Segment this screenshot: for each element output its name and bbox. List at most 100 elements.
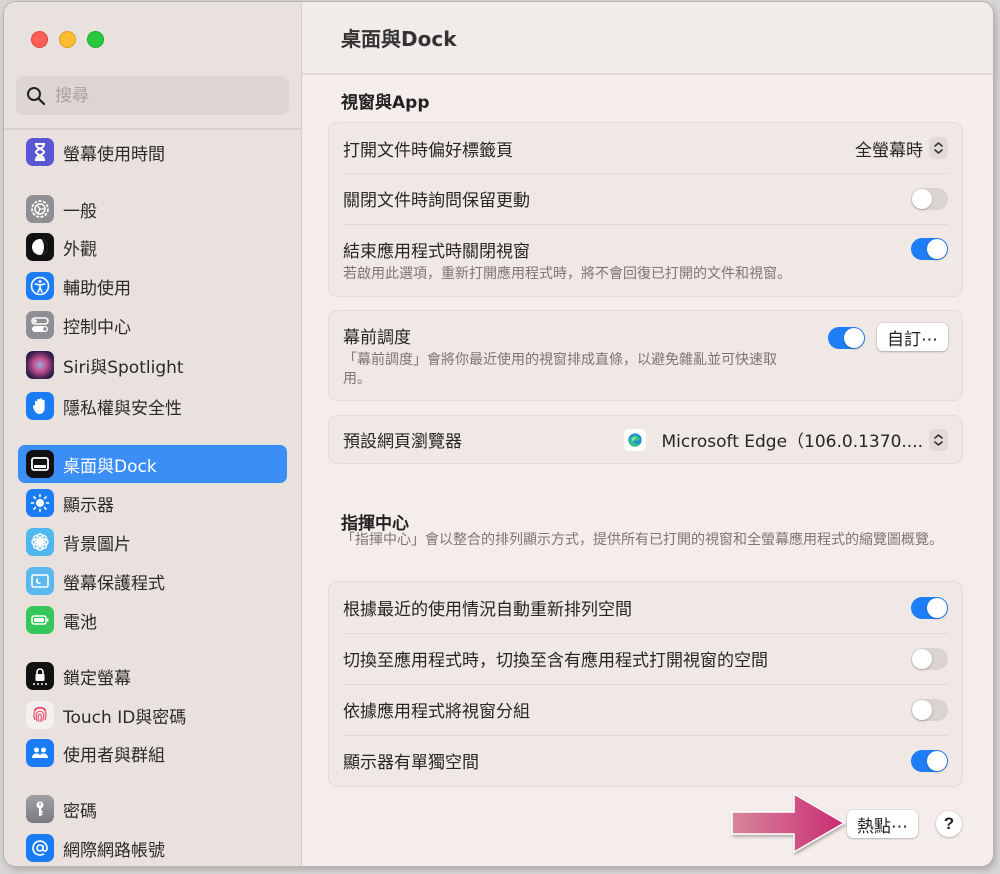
sidebar-item-label: 外觀 bbox=[63, 239, 97, 260]
stage-manager-row: 幕前調度 「幕前調度」會將你最近使用的視窗排成直條，以避免雜亂並可快速取用。 自… bbox=[329, 311, 962, 400]
default-browser-popup[interactable]: Microsoft Edge（106.0.1370.... bbox=[623, 427, 948, 452]
flower-icon bbox=[26, 528, 54, 556]
close-windows-toggle[interactable] bbox=[911, 238, 948, 260]
sidebar-item-label: 螢幕使用時間 bbox=[63, 144, 165, 165]
stage-manager-desc: 「幕前調度」會將你最近使用的視窗排成直條，以避免雜亂並可快速取用。 bbox=[343, 352, 777, 387]
stage-manager-toggle[interactable] bbox=[828, 327, 865, 349]
default-browser-value: Microsoft Edge（106.0.1370.... bbox=[661, 432, 924, 452]
sidebar-item-displays[interactable]: 顯示器 bbox=[18, 484, 287, 522]
main-panel: 桌面與Dock 視窗與App 打開文件時偏好標籤頁 全螢幕時 關閉文件時詢問保留… bbox=[302, 2, 993, 866]
window-controls bbox=[31, 31, 104, 48]
mission-control-row: 切換至應用程式時，切換至含有應用程式打開視窗的空間 bbox=[329, 633, 962, 684]
mission-control-row: 根據最近的使用情況自動重新排列空間 bbox=[329, 582, 962, 633]
close-windows-desc: 若啟用此選項，重新打開應用程式時，將不會回復已打開的文件和視窗。 bbox=[343, 265, 791, 282]
default-browser-row: 預設網頁瀏覽器 Microsoft Edge（106.0.1370.... bbox=[329, 416, 962, 463]
toggle-knob bbox=[927, 597, 947, 618]
sidebar-item-label: 網際網路帳號 bbox=[63, 840, 165, 861]
auto-rearrange-spaces-toggle[interactable] bbox=[911, 596, 948, 619]
toggle-knob bbox=[927, 750, 947, 771]
mission-control-row: 依據應用程式將視窗分組 bbox=[329, 684, 962, 735]
hand-icon bbox=[26, 392, 54, 420]
battery-icon bbox=[26, 606, 54, 634]
sidebar-item-general[interactable]: 一般 bbox=[18, 190, 287, 228]
mission-control-row-label: 依據應用程式將視窗分組 bbox=[343, 702, 530, 722]
close-windows-text: 結束應用程式時關閉視窗 若啟用此選項，重新打開應用程式時，將不會回復已打開的文件… bbox=[343, 237, 911, 284]
sidebar-item-label: 隱私權與安全性 bbox=[63, 398, 182, 419]
sidebar-item-label: 電池 bbox=[63, 612, 97, 633]
stage-manager-customize-button[interactable]: 自訂⋯ bbox=[877, 323, 948, 351]
search-icon bbox=[27, 86, 46, 105]
sidebar-item-users-groups[interactable]: 使用者與群組 bbox=[18, 734, 287, 772]
siri-icon bbox=[26, 351, 54, 379]
stage-manager-card: 幕前調度 「幕前調度」會將你最近使用的視窗排成直條，以避免雜亂並可快速取用。 自… bbox=[328, 310, 963, 401]
control-center-icon bbox=[26, 311, 54, 339]
sidebar-item-label: Siri與Spotlight bbox=[63, 357, 184, 378]
users-icon bbox=[26, 739, 54, 767]
toggle-knob bbox=[912, 699, 932, 720]
sidebar-item-label: 一般 bbox=[63, 201, 97, 222]
sidebar-item-label: 桌面與Dock bbox=[63, 456, 157, 477]
stage-manager-text: 幕前調度 「幕前調度」會將你最近使用的視窗排成直條，以避免雜亂並可快速取用。 bbox=[343, 323, 828, 389]
appearance-icon bbox=[26, 233, 54, 261]
screensaver-icon bbox=[26, 567, 54, 595]
mission-control-row-label: 顯示器有單獨空間 bbox=[343, 753, 479, 773]
sidebar-item-screen-time[interactable]: 螢幕使用時間 bbox=[18, 133, 287, 171]
zoom-button[interactable] bbox=[87, 31, 104, 48]
sidebar-item-touch-id-password[interactable]: Touch ID與密碼 bbox=[18, 696, 287, 734]
close-button[interactable] bbox=[31, 31, 48, 48]
mission-control-row-label: 切換至應用程式時，切換至含有應用程式打開視窗的空間 bbox=[343, 651, 768, 671]
switch-to-space-toggle[interactable] bbox=[911, 647, 948, 670]
windows-apps-card: 打開文件時偏好標籤頁 全螢幕時 關閉文件時詢問保留更動 結束應用程式時關閉視窗 … bbox=[328, 122, 963, 297]
ask-keep-changes-row: 關閉文件時詢問保留更動 bbox=[329, 173, 962, 224]
prefer-tabs-value: 全螢幕時 bbox=[855, 140, 923, 161]
sidebar-item-label: 顯示器 bbox=[63, 495, 114, 516]
key-icon bbox=[26, 795, 54, 823]
chevron-updown-icon bbox=[929, 137, 948, 159]
sidebar-item-wallpaper[interactable]: 背景圖片 bbox=[18, 523, 287, 561]
sidebar-item-passwords[interactable]: 密碼 bbox=[18, 790, 287, 828]
prefer-tabs-popup[interactable]: 全螢幕時 bbox=[855, 136, 948, 161]
edge-icon bbox=[623, 428, 646, 451]
toggle-knob bbox=[912, 188, 932, 209]
sidebar-item-appearance[interactable]: 外觀 bbox=[18, 228, 287, 266]
close-windows-label: 結束應用程式時關閉視窗 bbox=[343, 241, 530, 262]
annotation-arrow-icon bbox=[731, 792, 846, 854]
group-windows-toggle[interactable] bbox=[911, 698, 948, 721]
sidebar-item-screen-saver[interactable]: 螢幕保護程式 bbox=[18, 562, 287, 600]
sidebar-item-label: Touch ID與密碼 bbox=[63, 707, 187, 728]
sidebar-item-internet-accounts[interactable]: 網際網路帳號 bbox=[18, 829, 287, 866]
search-input[interactable] bbox=[55, 85, 275, 106]
lock-icon bbox=[26, 662, 54, 690]
help-button[interactable]: ? bbox=[936, 811, 962, 837]
sidebar-item-control-center[interactable]: 控制中心 bbox=[18, 306, 287, 344]
mission-control-row-label: 根據最近的使用情況自動重新排列空間 bbox=[343, 600, 632, 620]
prefer-tabs-label: 打開文件時偏好標籤頁 bbox=[343, 140, 513, 161]
sidebar: 螢幕使用時間 一般 外觀 輔助使用 控制中心 Siri與Spotlight 隱私… bbox=[4, 2, 302, 866]
sidebar-item-siri-spotlight[interactable]: Siri與Spotlight bbox=[18, 346, 287, 384]
separate-spaces-toggle[interactable] bbox=[911, 749, 948, 772]
hot-corners-button[interactable]: 熱點⋯ bbox=[847, 810, 918, 838]
mission-control-row: 顯示器有單獨空間 bbox=[329, 735, 962, 786]
minimize-button[interactable] bbox=[59, 31, 76, 48]
ask-keep-changes-toggle[interactable] bbox=[911, 187, 948, 210]
gear-icon bbox=[26, 195, 54, 223]
default-browser-card: 預設網頁瀏覽器 Microsoft Edge（106.0.1370.... bbox=[328, 415, 963, 464]
sidebar-item-label: 控制中心 bbox=[63, 317, 131, 338]
sidebar-item-accessibility[interactable]: 輔助使用 bbox=[18, 267, 287, 305]
stage-manager-label: 幕前調度 bbox=[343, 328, 411, 348]
sidebar-divider bbox=[4, 128, 302, 130]
toggle-knob bbox=[912, 648, 932, 669]
sidebar-item-lock-screen[interactable]: 鎖定螢幕 bbox=[18, 657, 287, 695]
sidebar-item-desktop-dock[interactable]: 桌面與Dock bbox=[18, 445, 287, 483]
fingerprint-icon bbox=[26, 701, 54, 729]
prefer-tabs-row: 打開文件時偏好標籤頁 全螢幕時 bbox=[329, 123, 962, 173]
toggle-knob bbox=[844, 328, 864, 348]
sidebar-item-battery[interactable]: 電池 bbox=[18, 601, 287, 639]
mission-control-card: 根據最近的使用情況自動重新排列空間 切換至應用程式時，切換至含有應用程式打開視窗… bbox=[328, 581, 963, 787]
section-title-windows-apps: 視窗與App bbox=[341, 93, 430, 113]
at-icon bbox=[26, 834, 54, 862]
search-field[interactable] bbox=[16, 76, 289, 115]
sidebar-item-privacy-security[interactable]: 隱私權與安全性 bbox=[18, 387, 287, 425]
page-title: 桌面與Dock bbox=[302, 2, 993, 75]
hourglass-icon bbox=[26, 138, 54, 166]
